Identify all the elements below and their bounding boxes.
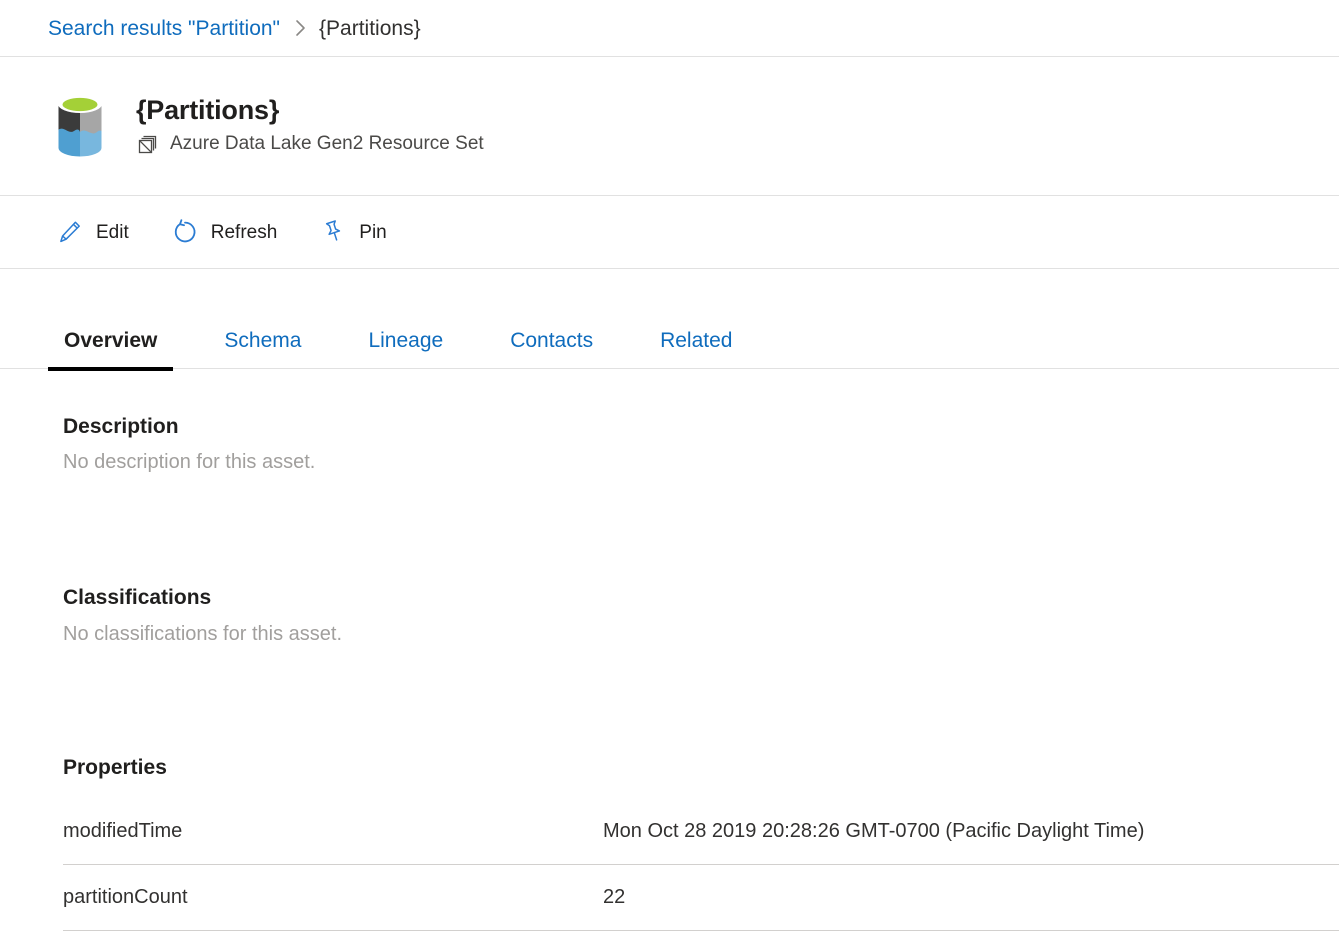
command-toolbar: Edit Refresh Pin	[0, 196, 1339, 269]
refresh-button[interactable]: Refresh	[163, 212, 294, 252]
edit-pencil-icon	[56, 218, 84, 246]
description-section: Description No description for this asse…	[63, 413, 1299, 476]
refresh-button-label: Refresh	[211, 223, 278, 242]
property-key: partitionCount	[63, 884, 603, 910]
classifications-empty-text: No classifications for this asset.	[63, 620, 1299, 648]
tab-overview[interactable]: Overview	[48, 330, 173, 368]
table-row: partitionCount 22	[63, 865, 1339, 931]
classifications-heading: Classifications	[63, 584, 1299, 611]
overview-panel: Description No description for this asse…	[0, 369, 1339, 931]
chevron-right-icon	[294, 19, 307, 37]
spacer-after-description	[63, 476, 1299, 584]
spacer-after-classifications	[63, 648, 1299, 754]
asset-type-row: Azure Data Lake Gen2 Resource Set	[136, 133, 484, 157]
classifications-section: Classifications No classifications for t…	[63, 584, 1299, 647]
page-title: {Partitions}	[136, 95, 484, 126]
breadcrumb: Search results "Partition" {Partitions}	[0, 0, 1339, 57]
pin-button[interactable]: Pin	[311, 212, 402, 252]
asset-type-label: Azure Data Lake Gen2 Resource Set	[170, 133, 484, 156]
tab-related[interactable]: Related	[644, 330, 748, 368]
properties-heading: Properties	[63, 754, 1299, 781]
description-empty-text: No description for this asset.	[63, 448, 1299, 476]
tab-schema[interactable]: Schema	[208, 330, 317, 368]
property-value: Mon Oct 28 2019 20:28:26 GMT-0700 (Pacif…	[603, 818, 1339, 844]
property-value: 22	[603, 884, 1339, 910]
asset-title-block: {Partitions} Azure Data Lake Gen2 Resour…	[136, 95, 484, 156]
edit-button[interactable]: Edit	[48, 212, 145, 252]
asset-header: {Partitions} Azure Data Lake Gen2 Resour…	[0, 57, 1339, 196]
breadcrumb-current-partitions: {Partitions}	[319, 18, 421, 39]
breadcrumb-link-search-results[interactable]: Search results "Partition"	[48, 18, 280, 39]
tab-contacts[interactable]: Contacts	[494, 330, 609, 368]
tab-bar: Overview Schema Lineage Contacts Related	[0, 269, 1339, 369]
pin-button-label: Pin	[359, 223, 386, 242]
azure-data-lake-cylinder-icon	[52, 89, 108, 163]
resource-set-icon	[136, 133, 160, 157]
description-heading: Description	[63, 413, 1299, 440]
pin-icon	[319, 218, 347, 246]
property-key: modifiedTime	[63, 818, 603, 844]
properties-table: modifiedTime Mon Oct 28 2019 20:28:26 GM…	[63, 799, 1339, 931]
table-row: modifiedTime Mon Oct 28 2019 20:28:26 GM…	[63, 799, 1339, 865]
edit-button-label: Edit	[96, 223, 129, 242]
tab-lineage[interactable]: Lineage	[352, 330, 459, 368]
refresh-icon	[171, 218, 199, 246]
properties-section: Properties modifiedTime Mon Oct 28 2019 …	[63, 754, 1299, 931]
